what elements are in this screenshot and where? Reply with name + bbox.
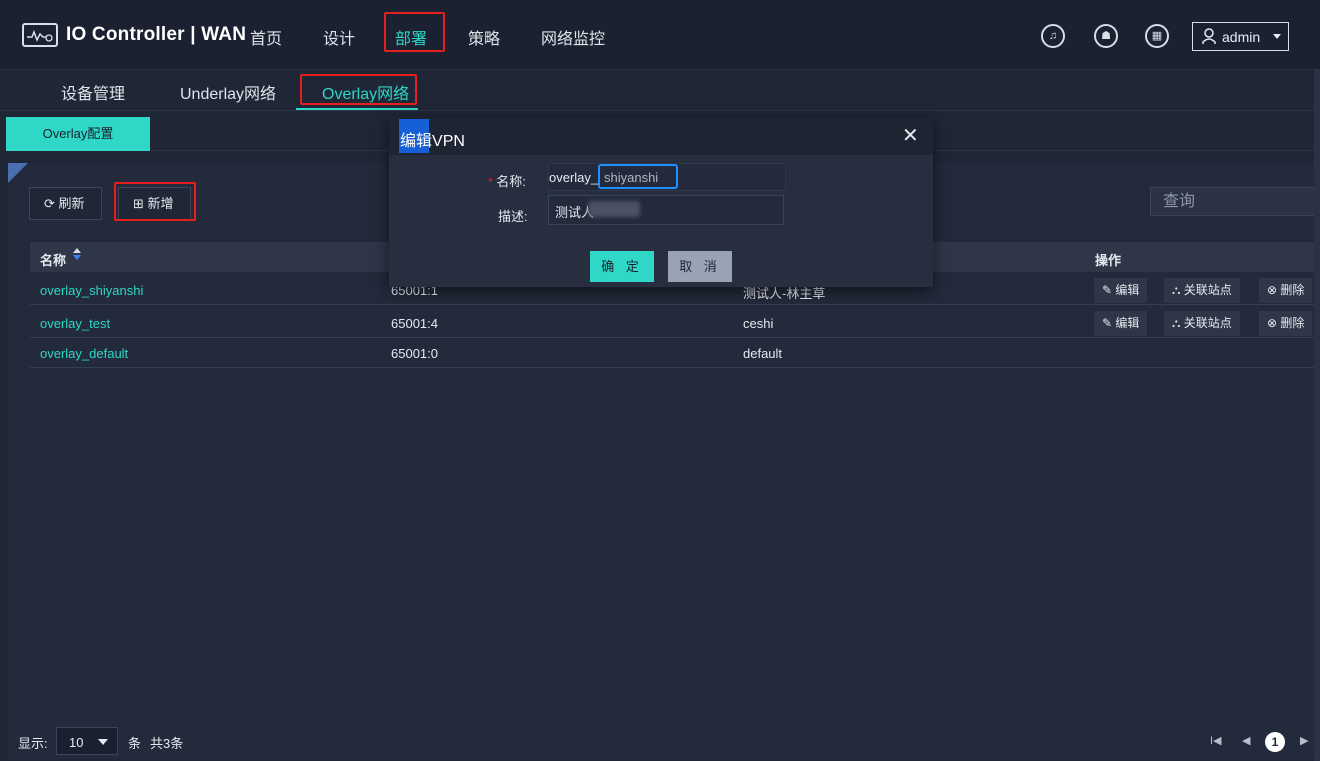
edit-button[interactable]: ✎ 编辑: [1094, 311, 1148, 336]
delete-label: 删除: [1280, 316, 1305, 330]
column-header-name[interactable]: 名称: [40, 250, 66, 269]
add-highlight-box: [114, 182, 196, 221]
delete-button[interactable]: ⊗ 删除: [1259, 311, 1313, 336]
current-page[interactable]: 1: [1265, 732, 1285, 752]
caret-down-icon: [98, 739, 108, 745]
row-description: default: [743, 346, 783, 361]
refresh-icon: ⟳: [44, 196, 55, 211]
theme-shirt-icon[interactable]: ☗: [1094, 24, 1118, 48]
edit-label: 编辑: [1115, 283, 1140, 297]
page-size-select[interactable]: 10: [56, 727, 118, 755]
next-page-icon[interactable]: ▶: [1300, 734, 1308, 747]
close-icon[interactable]: ✕: [902, 123, 919, 148]
row-rd: 65001:4: [391, 316, 438, 331]
name-label-text: 名称:: [496, 174, 526, 189]
tab-device-management[interactable]: 设备管理: [61, 80, 125, 104]
table-row: overlay_test 65001:4 ceshi ✎ 编辑 ⛬ 关联站点 ⊗…: [30, 308, 1320, 338]
dialog-title: 编辑VPN: [400, 127, 465, 151]
sub-navigation: 设备管理 Underlay网络 Overlay网络: [0, 71, 1320, 111]
required-marker: *: [488, 175, 493, 189]
apps-grid-icon[interactable]: ▦: [1145, 24, 1169, 48]
tab-overlay-config[interactable]: Overlay配置: [6, 117, 150, 151]
row-name-link[interactable]: overlay_test: [40, 316, 110, 331]
dialog-title-vpn: VPN: [432, 133, 465, 150]
pagination-footer: 显示: 10 条 共3条 I◀ ◀ 1 ▶: [0, 724, 1320, 761]
refresh-button[interactable]: ⟳ 刷新: [29, 187, 102, 220]
show-label: 显示:: [18, 736, 48, 751]
row-name-link[interactable]: overlay_default: [40, 346, 128, 361]
dialog-header: 编辑VPN ✕: [389, 117, 933, 155]
user-name: admin: [1222, 29, 1261, 45]
total-count: 共3条: [150, 736, 184, 751]
delete-label: 删除: [1280, 283, 1305, 297]
app-logo-icon: [22, 23, 58, 47]
bell-icon[interactable]: ♫: [1041, 24, 1065, 48]
link-sites-button[interactable]: ⛬ 关联站点: [1164, 311, 1240, 336]
dialog-title-edit: 编辑: [400, 133, 433, 150]
prev-page-icon[interactable]: ◀: [1242, 734, 1250, 747]
deploy-highlight-box: [384, 12, 445, 52]
description-label: 描述:: [498, 209, 528, 224]
chevron-down-icon: [1273, 34, 1281, 39]
first-page-icon[interactable]: I◀: [1210, 734, 1222, 747]
redacted-text: [588, 201, 640, 217]
refresh-label: 刷新: [58, 196, 85, 211]
active-tab-underline: [296, 108, 418, 110]
delete-button[interactable]: ⊗ 删除: [1259, 278, 1313, 303]
scrollbar[interactable]: [1314, 70, 1320, 761]
search-input[interactable]: [1151, 188, 1319, 215]
name-label: * 名称:: [488, 171, 526, 190]
sort-icon[interactable]: [73, 248, 81, 262]
link-sites-label: 关联站点: [1183, 316, 1232, 330]
confirm-button[interactable]: 确 定: [590, 251, 654, 282]
link-sites-label: 关联站点: [1183, 283, 1232, 297]
nav-item-home[interactable]: 首页: [250, 25, 282, 49]
overlay-tab-highlight-box: [300, 74, 417, 105]
panel-corner-decoration: [8, 163, 28, 183]
page-size-value: 10: [69, 735, 84, 750]
user-menu[interactable]: admin: [1192, 22, 1289, 51]
tab-underlay-network[interactable]: Underlay网络: [180, 80, 276, 104]
cancel-button[interactable]: 取 消: [668, 251, 732, 282]
nav-item-design[interactable]: 设计: [323, 25, 355, 49]
edit-button[interactable]: ✎ 编辑: [1094, 278, 1148, 303]
search-field[interactable]: [1150, 187, 1320, 216]
name-input-value: shiyanshi: [604, 170, 659, 185]
nav-item-monitor[interactable]: 网络监控: [541, 25, 605, 49]
user-icon: [1202, 28, 1216, 44]
link-sites-button[interactable]: ⛬ 关联站点: [1164, 278, 1240, 303]
top-navigation-bar: IO Controller | WAN 首页 设计 部署 策略 网络监控 ♫ ☗…: [0, 0, 1320, 70]
row-name-link[interactable]: overlay_shiyanshi: [40, 283, 143, 298]
app-title: IO Controller | WAN: [66, 24, 247, 45]
edit-label: 编辑: [1115, 316, 1140, 330]
nav-item-policy[interactable]: 策略: [468, 25, 500, 49]
name-prefix: overlay_: [549, 170, 599, 185]
column-header-actions: 操作: [1095, 253, 1122, 268]
table-row: overlay_default 65001:0 default: [30, 338, 1320, 368]
unit-label: 条: [128, 736, 142, 751]
row-description: ceshi: [743, 316, 774, 331]
row-rd: 65001:0: [391, 346, 438, 361]
